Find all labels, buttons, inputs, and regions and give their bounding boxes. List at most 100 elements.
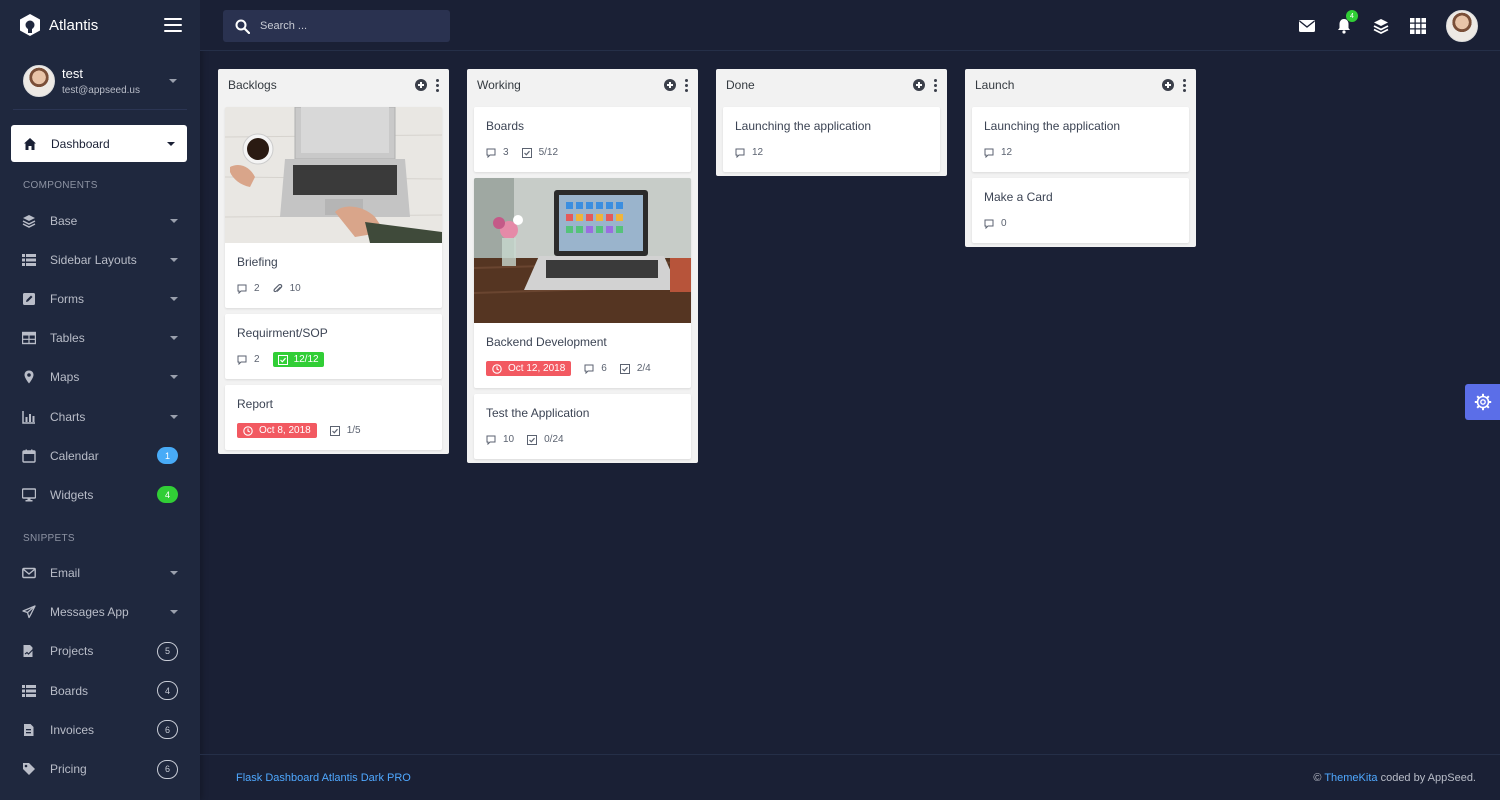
search-placeholder: Search ...	[260, 20, 308, 32]
add-card-icon[interactable]	[664, 79, 676, 91]
sidebar-item-tables[interactable]: Tables	[0, 319, 200, 358]
widgets-count-badge: 4	[157, 486, 178, 504]
add-card-icon[interactable]	[913, 79, 925, 91]
card-title: Briefing	[237, 255, 278, 269]
task-card[interactable]: Briefing 2 10	[225, 107, 442, 308]
task-card[interactable]: Requirment/SOP 2 12/12	[225, 314, 442, 379]
sidebar-item-maps[interactable]: Maps	[0, 358, 200, 397]
more-options-icon[interactable]	[934, 78, 937, 92]
task-card[interactable]: Launching the application 12	[972, 107, 1189, 172]
th-list-icon	[22, 253, 36, 266]
user-email: test@appseed.us	[62, 84, 140, 96]
comment-icon	[584, 364, 594, 374]
sidebar: Atlantis test test@appseed.us Dashboard …	[0, 0, 200, 800]
sidebar-item-charts[interactable]: Charts	[0, 397, 200, 436]
sidebar-item-label: Widgets	[50, 487, 94, 502]
add-card-icon[interactable]	[1162, 79, 1174, 91]
task-card[interactable]: Boards 3 5/12	[474, 107, 691, 172]
avatar[interactable]	[23, 64, 55, 97]
more-options-icon[interactable]	[1183, 78, 1186, 92]
layers-icon[interactable]	[1372, 17, 1390, 35]
gear-icon	[1474, 393, 1491, 411]
user-block[interactable]: test test@appseed.us	[13, 52, 187, 110]
comments-count: 2	[237, 354, 260, 365]
grid-icon[interactable]	[1409, 17, 1427, 35]
due-date-badge: Oct 12, 2018	[486, 361, 572, 376]
search-input[interactable]: Search ...	[223, 10, 450, 42]
card-title: Backend Development	[486, 335, 607, 349]
sidebar-item-label: Forms	[50, 291, 84, 306]
sidebar-item-label: Pricing	[50, 762, 87, 777]
task-card[interactable]: Report Oct 8, 2018 1/5	[225, 385, 442, 450]
map-marker-icon	[24, 370, 34, 384]
card-title: Test the Application	[486, 406, 590, 420]
comment-icon	[735, 148, 745, 158]
sidebar-item-base[interactable]: Base	[0, 201, 200, 240]
search-icon[interactable]	[235, 19, 250, 34]
settings-toggle-button[interactable]	[1465, 384, 1500, 420]
task-card[interactable]: Make a Card 0	[972, 178, 1189, 243]
pricing-count-badge: 6	[157, 759, 178, 779]
sidebar-item-email[interactable]: Email	[0, 554, 200, 593]
comment-icon	[984, 148, 994, 158]
themekita-link[interactable]: ThemeKita	[1324, 772, 1377, 784]
comments-count: 0	[984, 218, 1007, 229]
checklist-count: 1/5	[329, 425, 361, 436]
user-name: test	[62, 65, 83, 81]
task-card[interactable]: Test the Application 10 0/24	[474, 394, 691, 459]
desktop-icon	[22, 488, 36, 502]
sidebar-item-widgets[interactable]: Widgets 4	[0, 475, 200, 514]
comments-count: 2	[237, 283, 260, 294]
logo-icon[interactable]	[18, 13, 42, 37]
sidebar-item-forms[interactable]: Forms	[0, 279, 200, 318]
app-name[interactable]: Atlantis	[49, 17, 98, 34]
more-options-icon[interactable]	[685, 78, 688, 92]
sidebar-item-projects[interactable]: Projects 5	[0, 632, 200, 671]
comments-count: 12	[984, 147, 1012, 158]
section-title-components: COMPONENTS	[23, 180, 98, 191]
sidebar-item-sidebar-layouts[interactable]: Sidebar Layouts	[0, 240, 200, 279]
board-column: Working Boards 3 5/12 Backend Developmen…	[467, 69, 698, 463]
envelope-icon[interactable]	[1298, 17, 1316, 35]
check-square-icon	[277, 354, 288, 365]
bell-icon[interactable]: 4	[1335, 10, 1358, 35]
sidebar-item-boards[interactable]: Boards 4	[0, 671, 200, 710]
column-header: Launch	[965, 69, 1196, 101]
envelope-icon	[22, 567, 36, 579]
attachments-count: 10	[273, 283, 301, 294]
checklist-count: 0/24	[527, 434, 564, 445]
more-options-icon[interactable]	[436, 78, 439, 92]
menu-toggle-icon[interactable]	[164, 18, 182, 32]
card-title: Make a Card	[984, 190, 1053, 204]
top-header: Search ... 4	[200, 0, 1500, 51]
calendar-icon	[22, 449, 36, 463]
add-card-icon[interactable]	[415, 79, 427, 91]
card-title: Launching the application	[735, 119, 872, 133]
sidebar-item-calendar[interactable]: Calendar 1	[0, 436, 200, 475]
footer-product-link[interactable]: Flask Dashboard Atlantis Dark PRO	[236, 772, 411, 784]
th-list-icon	[22, 684, 36, 697]
checklist-count: 2/4	[619, 363, 651, 374]
clock-icon	[492, 363, 502, 374]
sidebar-item-pricing[interactable]: Pricing 6	[0, 749, 200, 788]
sidebar-item-messages-app[interactable]: Messages App	[0, 593, 200, 632]
column-title: Launch	[975, 78, 1015, 92]
column-title: Working	[477, 78, 521, 92]
chevron-down-icon[interactable]	[169, 78, 177, 83]
comments-count: 3	[486, 147, 509, 158]
card-title: Requirment/SOP	[237, 326, 328, 340]
user-avatar[interactable]	[1446, 10, 1478, 42]
pen-square-icon	[23, 292, 35, 305]
card-title: Boards	[486, 119, 525, 133]
sidebar-item-invoices[interactable]: Invoices 6	[0, 710, 200, 749]
tag-icon	[23, 763, 35, 776]
task-card[interactable]: Backend Development Oct 12, 2018 6 2/4	[474, 178, 691, 388]
chevron-down-icon	[170, 296, 178, 301]
invoices-count-badge: 6	[157, 720, 178, 740]
sidebar-item-label: Charts	[50, 409, 86, 424]
sidebar-item-label: Dashboard	[51, 136, 110, 151]
column-title: Backlogs	[228, 78, 277, 92]
sidebar-item-dashboard[interactable]: Dashboard	[11, 125, 187, 162]
task-card[interactable]: Launching the application 12	[723, 107, 940, 172]
board-column: Launch Launching the application 12 Make…	[965, 69, 1196, 247]
